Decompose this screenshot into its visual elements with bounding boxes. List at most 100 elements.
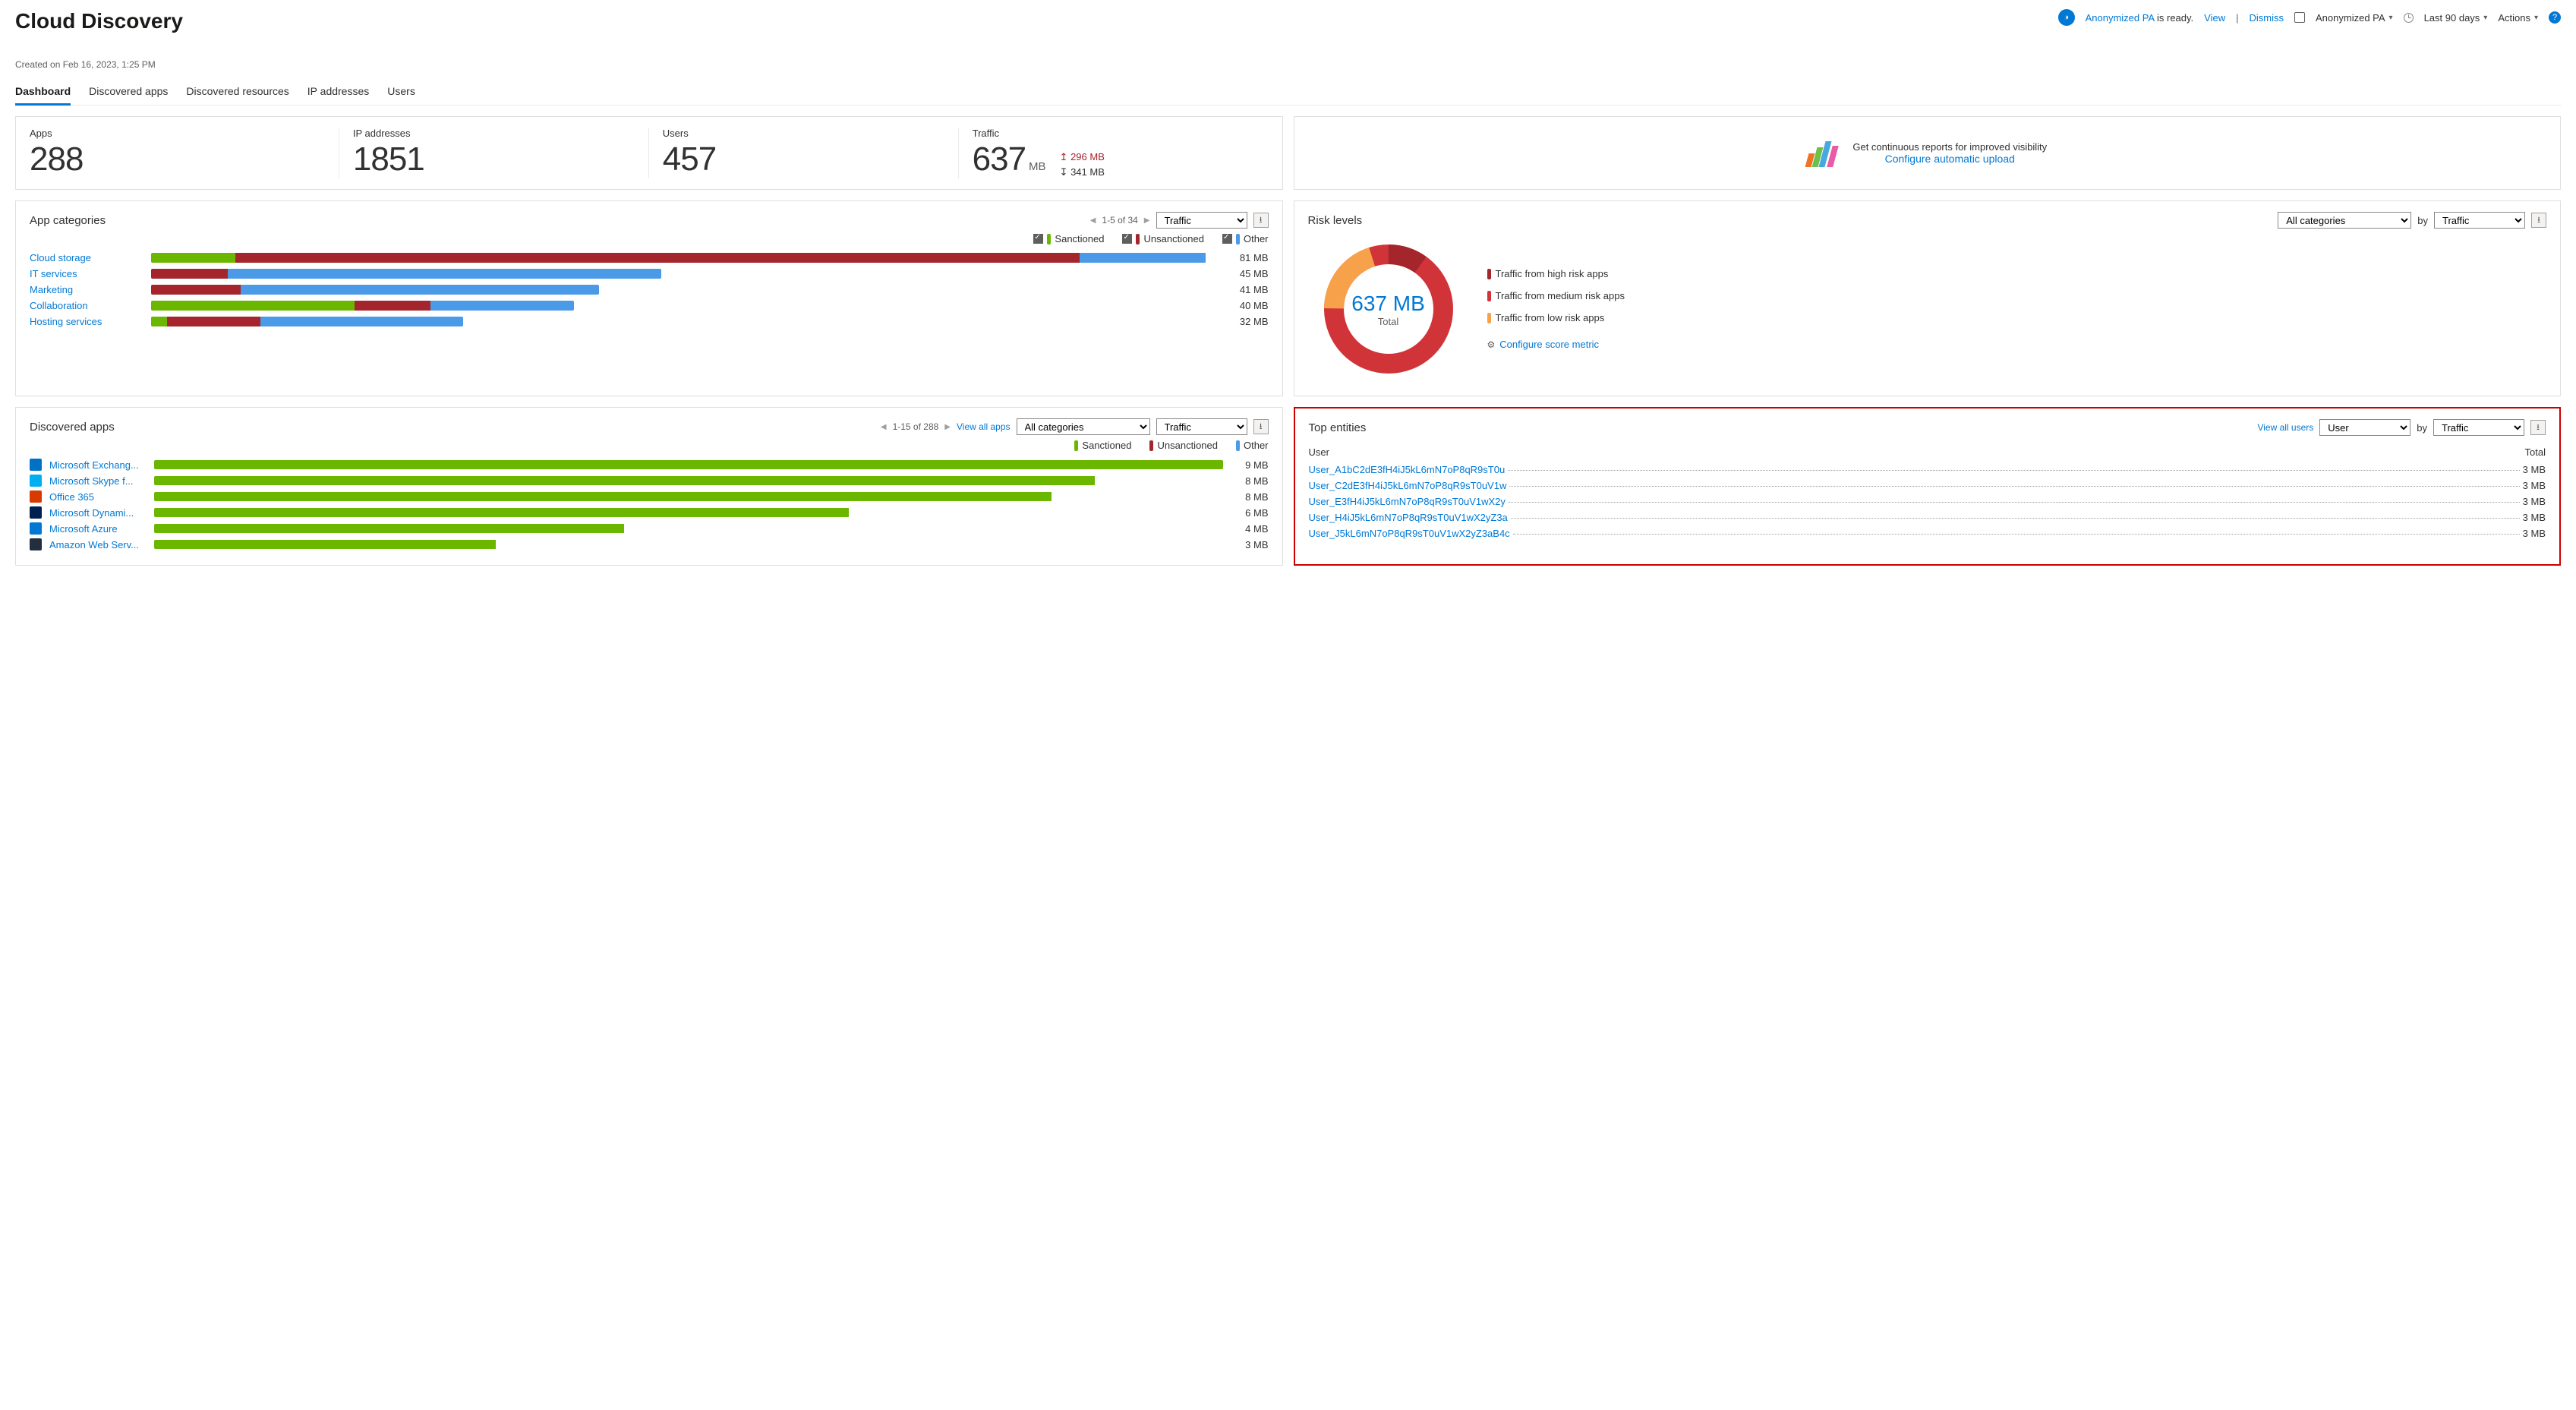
view-all-users-link[interactable]: View all users bbox=[2257, 422, 2313, 433]
app-value: 4 MB bbox=[1231, 523, 1269, 535]
download-icon[interactable]: ⭳ bbox=[2531, 213, 2546, 228]
prev-icon[interactable]: ◀ bbox=[881, 423, 887, 431]
app-link[interactable]: Microsoft Skype f... bbox=[49, 475, 147, 487]
sort-select[interactable]: Traffic bbox=[1156, 418, 1247, 435]
col-user: User bbox=[1309, 446, 1329, 458]
donut-label: Total bbox=[1378, 316, 1398, 327]
app-link[interactable]: Microsoft Exchang... bbox=[49, 459, 147, 471]
sort-select[interactable]: Traffic bbox=[2433, 419, 2524, 436]
leader-dots bbox=[1513, 534, 2520, 535]
panel-title: Top entities bbox=[1309, 421, 1367, 434]
page-title: Cloud Discovery bbox=[15, 9, 183, 33]
app-value: 8 MB bbox=[1231, 491, 1269, 503]
legend-sanctioned[interactable]: Sanctioned bbox=[1033, 233, 1104, 244]
app-value: 9 MB bbox=[1231, 459, 1269, 471]
app-bar bbox=[154, 508, 1223, 517]
app-link[interactable]: Amazon Web Serv... bbox=[49, 539, 147, 550]
actions-menu[interactable]: Actions▾ bbox=[2498, 12, 2538, 24]
category-value: 32 MB bbox=[1225, 316, 1269, 327]
view-link[interactable]: View bbox=[2204, 12, 2225, 24]
report-selector[interactable]: Anonymized PA▾ bbox=[2316, 12, 2393, 24]
entity-link[interactable]: User_A1bC2dE3fH4iJ5kL6mN7oP8qR9sT0u bbox=[1309, 464, 1506, 475]
tab-discovered-apps[interactable]: Discovered apps bbox=[89, 79, 168, 105]
app-icon bbox=[30, 538, 42, 550]
download-icon[interactable]: ⭳ bbox=[2530, 420, 2546, 435]
tab-ip-addresses[interactable]: IP addresses bbox=[307, 79, 369, 105]
tab-bar: Dashboard Discovered apps Discovered res… bbox=[15, 79, 2561, 106]
entity-row: User_H4iJ5kL6mN7oP8qR9sT0uV1wX2yZ3a 3 MB bbox=[1309, 512, 2546, 523]
discovered-apps-chart: Microsoft Exchang... 9 MB Microsoft Skyp… bbox=[30, 459, 1269, 550]
category-bar bbox=[151, 253, 1206, 263]
next-icon[interactable]: ▶ bbox=[944, 423, 951, 431]
header-toolbar: ◑ Anonymized PA is ready. View | Dismiss… bbox=[2058, 9, 2561, 26]
configure-upload-link[interactable]: Configure automatic upload bbox=[1852, 153, 2047, 165]
panel-title: App categories bbox=[30, 214, 106, 227]
page-header: Cloud Discovery ◑ Anonymized PA is ready… bbox=[15, 9, 2561, 33]
sort-select[interactable]: Traffic bbox=[1156, 212, 1247, 229]
download-icon[interactable]: ⭳ bbox=[1253, 419, 1269, 434]
chevron-down-icon: ▾ bbox=[2483, 14, 2487, 22]
category-select[interactable]: All categories bbox=[2278, 212, 2411, 229]
app-bar bbox=[154, 476, 1223, 485]
stat-apps: Apps 288 bbox=[30, 128, 339, 178]
app-row: Microsoft Dynami... 6 MB bbox=[30, 506, 1269, 519]
traffic-download: 341 MB bbox=[1060, 166, 1105, 178]
discovered-apps-card: Discovered apps ◀ 1-15 of 288 ▶ View all… bbox=[15, 407, 1283, 566]
app-categories-card: App categories ◀ 1-5 of 34 ▶ Traffic ⭳ S… bbox=[15, 200, 1283, 396]
entity-link[interactable]: User_C2dE3fH4iJ5kL6mN7oP8qR9sT0uV1w bbox=[1309, 480, 1507, 491]
entity-link[interactable]: User_J5kL6mN7oP8qR9sT0uV1wX2yZ3aB4c bbox=[1309, 528, 1510, 539]
chevron-down-icon: ▾ bbox=[2534, 14, 2538, 22]
next-icon[interactable]: ▶ bbox=[1144, 216, 1150, 225]
entity-link[interactable]: User_E3fH4iJ5kL6mN7oP8qR9sT0uV1wX2y bbox=[1309, 496, 1506, 507]
legend-other[interactable]: Other bbox=[1222, 233, 1269, 244]
category-link[interactable]: Collaboration bbox=[30, 300, 142, 311]
summary-stats-card: Apps 288 IP addresses 1851 Users 457 Tra… bbox=[15, 116, 1283, 190]
category-select[interactable]: All categories bbox=[1017, 418, 1150, 435]
app-bar bbox=[154, 460, 1223, 469]
sort-select[interactable]: Traffic bbox=[2434, 212, 2525, 229]
category-value: 40 MB bbox=[1225, 300, 1269, 311]
category-link[interactable]: Cloud storage bbox=[30, 252, 142, 263]
category-link[interactable]: Marketing bbox=[30, 284, 142, 295]
category-row: Cloud storage 81 MB bbox=[30, 252, 1269, 263]
risk-donut-chart: 637 MB Total bbox=[1320, 241, 1457, 377]
app-icon bbox=[30, 506, 42, 519]
app-link[interactable]: Microsoft Dynami... bbox=[49, 507, 147, 519]
stat-traffic: Traffic 637MB 296 MB 341 MB bbox=[959, 128, 1269, 178]
entity-value: 3 MB bbox=[2523, 480, 2546, 491]
app-row: Microsoft Azure 4 MB bbox=[30, 522, 1269, 535]
risk-levels-card: Risk levels All categories by Traffic ⭳ … bbox=[1294, 200, 2562, 396]
help-icon[interactable]: ? bbox=[2549, 11, 2561, 24]
category-link[interactable]: Hosting services bbox=[30, 316, 142, 327]
traffic-upload: 296 MB bbox=[1060, 151, 1105, 163]
app-value: 3 MB bbox=[1231, 539, 1269, 550]
app-link[interactable]: Microsoft Azure bbox=[49, 523, 147, 535]
tab-discovered-resources[interactable]: Discovered resources bbox=[186, 79, 288, 105]
configure-score-link[interactable]: ⚙Configure score metric bbox=[1487, 339, 1625, 350]
entity-row: User_E3fH4iJ5kL6mN7oP8qR9sT0uV1wX2y 3 MB bbox=[1309, 496, 2546, 507]
stat-users: Users 457 bbox=[649, 128, 959, 178]
category-value: 45 MB bbox=[1225, 268, 1269, 279]
tab-dashboard[interactable]: Dashboard bbox=[15, 79, 71, 106]
entity-value: 3 MB bbox=[2523, 496, 2546, 507]
download-icon[interactable]: ⭳ bbox=[1253, 213, 1269, 228]
view-all-apps-link[interactable]: View all apps bbox=[957, 421, 1011, 432]
category-link[interactable]: IT services bbox=[30, 268, 142, 279]
legend-unsanctioned[interactable]: Unsanctioned bbox=[1122, 233, 1204, 244]
app-value: 6 MB bbox=[1231, 507, 1269, 519]
promo-illustration bbox=[1807, 140, 1836, 167]
prev-icon[interactable]: ◀ bbox=[1090, 216, 1096, 225]
tab-users[interactable]: Users bbox=[387, 79, 415, 105]
entity-type-select[interactable]: User bbox=[2319, 419, 2410, 436]
pipe-sep: | bbox=[2236, 12, 2238, 24]
gear-icon: ⚙ bbox=[1487, 339, 1496, 350]
timerange-selector[interactable]: Last 90 days▾ bbox=[2424, 12, 2488, 24]
category-bar bbox=[151, 285, 599, 295]
dismiss-link[interactable]: Dismiss bbox=[2250, 12, 2284, 24]
app-link[interactable]: Office 365 bbox=[49, 491, 147, 503]
entity-row: User_A1bC2dE3fH4iJ5kL6mN7oP8qR9sT0u 3 MB bbox=[1309, 464, 2546, 475]
status-text: Anonymized PA is ready. bbox=[2086, 12, 2194, 24]
app-row: Microsoft Skype f... 8 MB bbox=[30, 475, 1269, 487]
entity-link[interactable]: User_H4iJ5kL6mN7oP8qR9sT0uV1wX2yZ3a bbox=[1309, 512, 1508, 523]
pager-text: 1-5 of 34 bbox=[1102, 215, 1137, 226]
